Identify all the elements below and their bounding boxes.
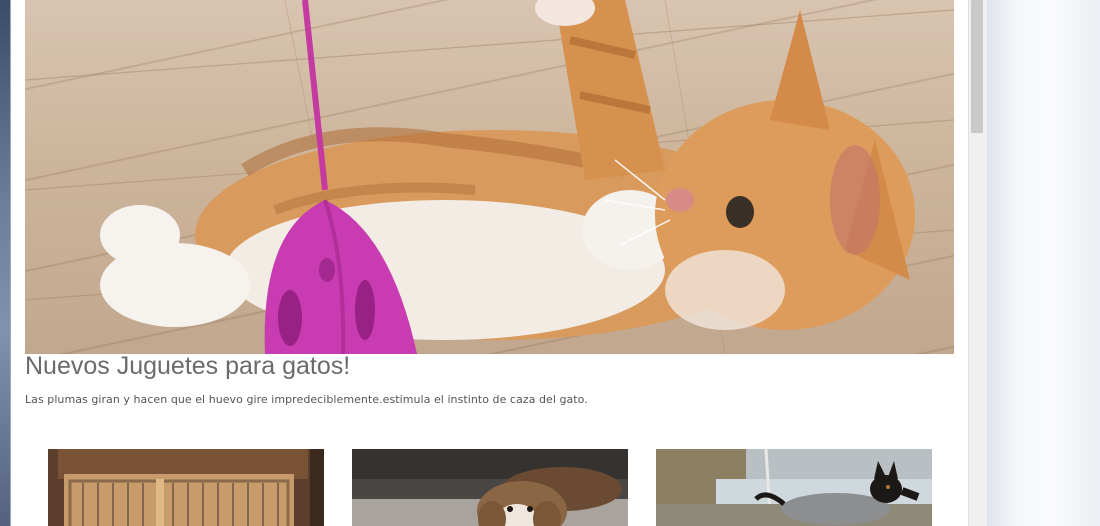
hero-cat-image[interactable] bbox=[25, 0, 954, 354]
desktop-background-left bbox=[0, 0, 10, 526]
hero-description: Las plumas giran y hacen que el huevo gi… bbox=[25, 393, 588, 406]
dog-crate-photo-icon bbox=[48, 449, 324, 526]
desktop-background-right bbox=[987, 0, 1100, 526]
vertical-scrollbar[interactable] bbox=[968, 0, 986, 526]
scrollbar-thumb[interactable] bbox=[971, 0, 983, 133]
thumbnail-dog-coat[interactable] bbox=[656, 449, 932, 526]
cat-photo-icon bbox=[25, 0, 954, 354]
beagle-photo-icon bbox=[352, 449, 628, 526]
page-content: Nuevos Juguetes para gatos! Las plumas g… bbox=[11, 0, 968, 526]
thumbnail-dog-crate[interactable] bbox=[48, 449, 324, 526]
hero-title[interactable]: Nuevos Juguetes para gatos! bbox=[25, 352, 350, 381]
thumbnail-beagle[interactable] bbox=[352, 449, 628, 526]
dog-coat-photo-icon bbox=[656, 449, 932, 526]
